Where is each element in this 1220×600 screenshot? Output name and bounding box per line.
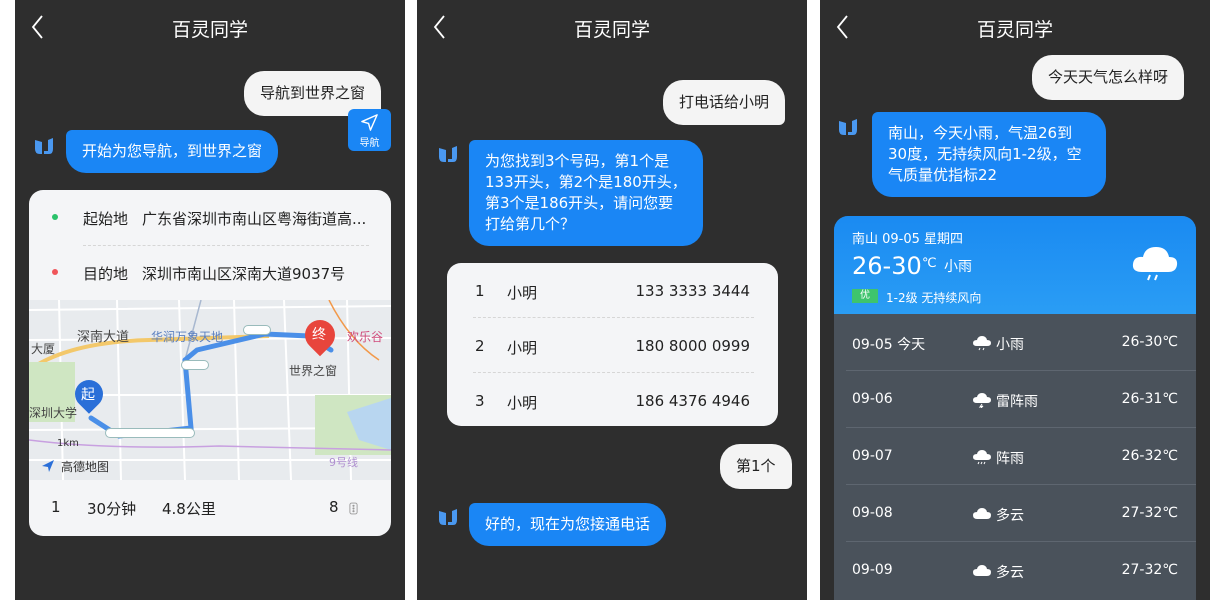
poi-label-huarun: 华润万象天地 [151, 330, 224, 344]
traffic-light-count-icon [349, 502, 358, 515]
destination-dot-icon [52, 269, 58, 275]
forecast-temp: 26-32℃ [1121, 448, 1178, 464]
contact-index: 3 [475, 392, 485, 410]
cloud-rain-icon [973, 336, 991, 351]
assistant-message-bubble: 南山，今天小雨，气温26到30度，无持续风向1-2级，空气质量优指标22 [872, 112, 1106, 197]
cloud-shower-icon [973, 450, 991, 465]
forecast-condition: 雷阵雨 [996, 394, 1038, 410]
divider [83, 245, 369, 246]
assistant-logo-icon [439, 146, 457, 162]
contact-row[interactable]: 3 小明 186 4376 4946 [447, 373, 778, 426]
forecast-date: 09-09 [852, 562, 893, 578]
map-logo-arrow-icon [42, 460, 54, 472]
assistant-logo-icon [35, 138, 53, 154]
traffic-light-icon [105, 428, 195, 438]
map-scale: 1km [57, 438, 79, 449]
page-title: 百灵同学 [976, 19, 1053, 41]
forecast-date: 09-06 [852, 391, 893, 407]
start-dot-icon [52, 214, 58, 220]
weather-location-date: 南山 09-05 星期四 [852, 232, 964, 247]
cloud-icon [973, 565, 991, 576]
forecast-condition: 小雨 [996, 337, 1024, 353]
title-bar: 百灵同学 [820, 0, 1210, 56]
traffic-light-icon [243, 325, 271, 335]
weather-chat-screen: 百灵同学 今天天气怎么样呀 南山，今天小雨，气温26到30度，无持续风向1-2级… [820, 0, 1210, 600]
aqi-badge: 优 [852, 289, 878, 303]
contact-number: 133 3333 3444 [635, 282, 750, 300]
forecast-condition: 多云 [996, 508, 1024, 524]
map-logo: 高德地图 [61, 460, 110, 474]
user-message-bubble: 打电话给小明 [663, 80, 786, 125]
contact-number: 180 8000 0999 [635, 337, 750, 355]
contact-list-card: 1 小明 133 3333 3444 2 小明 180 8000 0999 3 … [447, 263, 778, 426]
poi-label-world-window: 世界之窗 [289, 364, 338, 378]
weather-card[interactable]: 南山 09-05 星期四 26-30 ℃ 小雨 优 1-2级 无持续风向 09-… [834, 216, 1196, 600]
start-address: 广东省深圳市南山区粤海街道高... [142, 210, 367, 228]
cloud-icon [973, 508, 991, 519]
weather-temp-unit: ℃ [922, 256, 937, 271]
page-title: 百灵同学 [171, 19, 248, 41]
forecast-date: 09-07 [852, 448, 893, 464]
navigation-arrow-icon [361, 114, 378, 131]
title-bar: 百灵同学 [15, 0, 405, 56]
navigate-button-label: 导航 [359, 138, 380, 149]
traffic-light-icon [181, 360, 209, 370]
contact-index: 2 [475, 337, 485, 355]
assistant-reply-bubble: 好的，现在为您接通电话 [469, 503, 667, 546]
contact-name: 小明 [507, 339, 538, 357]
contact-number: 186 4376 4946 [635, 392, 750, 410]
weather-condition: 小雨 [944, 259, 972, 275]
forecast-row[interactable]: 09-06 雷阵雨 26-31℃ [834, 371, 1196, 428]
assistant-logo-icon [439, 509, 457, 525]
navigation-chat-screen: 百灵同学 导航到世界之窗 导航 开始为您导航，到世界之窗 起始地 广东省深圳市南… [15, 0, 405, 600]
route-duration: 30分钟 [87, 500, 137, 518]
poi-label-building: 大厦 [31, 342, 56, 356]
contact-name: 小明 [507, 394, 538, 412]
assistant-message-bubble: 为您找到3个号码，第1个是133开头，第2个是180开头，第3个是186开头，请… [469, 140, 703, 246]
start-label: 起始地 [83, 210, 129, 228]
route-index: 1 [51, 498, 61, 516]
poi-label-happy-valley: 欢乐谷 [347, 330, 384, 344]
weather-temp-range: 26-30 [852, 252, 922, 280]
navigation-card[interactable]: 起始地 广东省深圳市南山区粤海街道高... 目的地 深圳市南山区深南大道9037… [29, 190, 391, 536]
metro-label-line9: 9号线 [329, 456, 358, 469]
road-label-shennan: 深南大道 [77, 330, 130, 345]
start-marker-label: 起 [81, 387, 95, 403]
call-chat-screen: 百灵同学 打电话给小明 为您找到3个号码，第1个是133开头，第2个是180开头… [417, 0, 807, 600]
title-bar: 百灵同学 [417, 0, 807, 56]
navigate-button[interactable]: 导航 [348, 109, 391, 151]
contact-index: 1 [475, 282, 485, 300]
forecast-row[interactable]: 09-09 多云 27-32℃ [834, 542, 1196, 599]
destination-address: 深圳市南山区深南大道9037号 [142, 265, 346, 283]
forecast-condition: 阵雨 [996, 451, 1024, 467]
route-map[interactable]: 深南大道 华润万象天地 世界之窗 欢乐谷 大厦 深圳大学 9号线 起 终 1km… [29, 300, 391, 480]
user-reply-bubble: 第1个 [720, 444, 792, 489]
forecast-temp: 26-30℃ [1121, 334, 1178, 350]
contact-row[interactable]: 2 小明 180 8000 0999 [447, 318, 778, 372]
destination-label: 目的地 [83, 265, 129, 283]
assistant-logo-icon [839, 119, 857, 135]
forecast-temp: 27-32℃ [1121, 562, 1178, 578]
route-traffic-lights: 8 [329, 498, 339, 516]
forecast-date: 09-08 [852, 505, 893, 521]
forecast-temp: 26-31℃ [1121, 391, 1178, 407]
page-title: 百灵同学 [573, 19, 650, 41]
forecast-condition: 多云 [996, 565, 1024, 581]
weather-wind: 1-2级 无持续风向 [886, 291, 982, 305]
forecast-temp: 27-32℃ [1121, 505, 1178, 521]
forecast-row[interactable]: 09-08 多云 27-32℃ [834, 485, 1196, 542]
cloud-rain-icon [1132, 247, 1178, 281]
contact-row[interactable]: 1 小明 133 3333 3444 [447, 263, 778, 317]
cloud-thunder-icon [973, 393, 991, 408]
forecast-row[interactable]: 09-07 阵雨 26-32℃ [834, 428, 1196, 485]
user-message-bubble: 今天天气怎么样呀 [1032, 55, 1185, 100]
forecast-date: 09-05 今天 [852, 337, 926, 353]
contact-name: 小明 [507, 284, 538, 302]
end-marker-label: 终 [312, 327, 326, 343]
weather-summary: 南山 09-05 星期四 26-30 ℃ 小雨 优 1-2级 无持续风向 [834, 216, 1196, 314]
poi-label-university: 深圳大学 [29, 406, 78, 420]
route-distance: 4.8公里 [162, 500, 216, 518]
assistant-message-bubble: 开始为您导航，到世界之窗 [66, 130, 279, 173]
forecast-row[interactable]: 09-05 今天 小雨 26-30℃ [834, 314, 1196, 371]
